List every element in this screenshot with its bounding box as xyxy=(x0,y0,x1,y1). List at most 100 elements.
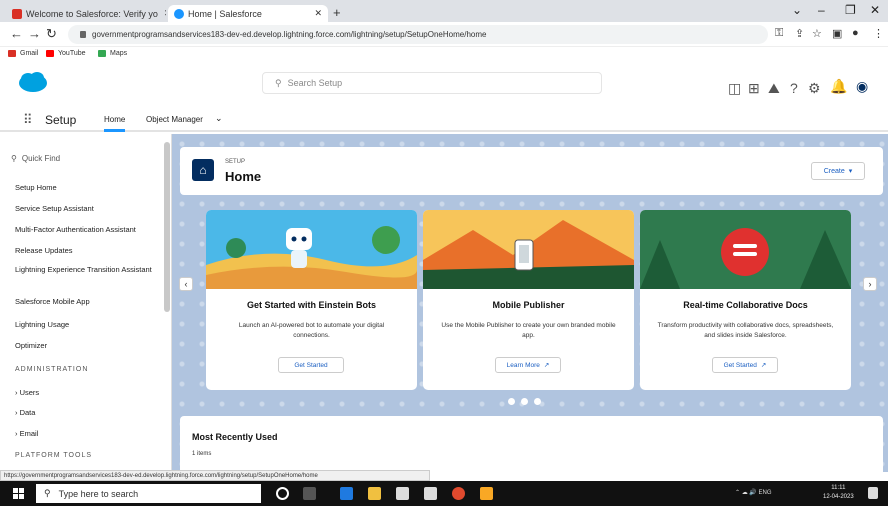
sidebar-item-service-setup-assistant[interactable]: Service Setup Assistant xyxy=(15,204,163,214)
mobile-publisher-illustration xyxy=(423,210,634,289)
forward-arrow-icon[interactable]: → xyxy=(28,26,41,41)
notifications-icon[interactable] xyxy=(868,487,878,499)
page-section-label: SETUP xyxy=(225,159,246,165)
trailhead-icon[interactable]: ⛰ xyxy=(768,80,780,97)
sidebar-item-users[interactable]: › Users xyxy=(15,388,163,398)
sidebar-item-email[interactable]: › Email xyxy=(15,429,163,439)
sidepanel-icon[interactable]: ▣ xyxy=(832,27,842,40)
maximize-icon[interactable]: ❐ xyxy=(845,3,856,17)
carousel-indicators xyxy=(508,398,541,405)
salesforce-global-header: ⚲ Search Setup ◫ ⊞ ⛰ ? ⚙ 🔔 ◉ xyxy=(0,63,888,105)
tab-search-icon[interactable]: ⌄ xyxy=(792,3,802,17)
bookmark-gmail[interactable]: Gmail xyxy=(8,50,38,57)
windows-taskbar: ⚲ Type here to search ⌃ ☁ 🔊 ENG 11:11 12… xyxy=(0,481,888,506)
profile-icon[interactable]: ● xyxy=(852,27,859,39)
get-started-button[interactable]: Get Started xyxy=(278,357,344,373)
setup-nav-bar: ⠿ Setup Home Object Manager ⌄ xyxy=(0,105,888,132)
minimize-icon[interactable]: – xyxy=(818,3,825,17)
youtube-icon xyxy=(46,50,54,57)
carousel-dot[interactable] xyxy=(521,398,528,405)
card-collaborative-docs: Real-time Collaborative Docs Transform p… xyxy=(640,210,851,390)
carousel-prev-button[interactable]: ‹ xyxy=(179,277,193,291)
browser-tab-salesforce[interactable]: Home | Salesforce ✕ xyxy=(168,5,328,22)
einstein-bots-illustration xyxy=(206,210,417,289)
sidebar-item-mfa-assistant[interactable]: Multi-Factor Authentication Assistant xyxy=(15,225,163,235)
clock-time: 11:11 xyxy=(831,485,846,491)
cortana-icon[interactable] xyxy=(276,487,289,500)
gear-icon[interactable]: ⚙ xyxy=(808,80,821,97)
page-header: ⌂ SETUP Home Create ▾ xyxy=(180,147,883,195)
chevron-down-icon: ▾ xyxy=(848,168,853,175)
menu-icon[interactable]: ⋮ xyxy=(873,27,884,40)
system-tray[interactable]: ⌃ ☁ 🔊 ENG xyxy=(735,489,772,496)
sidebar-item-lightning-transition[interactable]: Lightning Experience Transition Assistan… xyxy=(15,265,163,275)
bookmark-label: YouTube xyxy=(58,50,86,57)
windows-start-icon[interactable] xyxy=(13,488,24,499)
global-actions-icon[interactable]: ⊞ xyxy=(748,80,760,97)
create-button[interactable]: Create ▾ xyxy=(811,162,865,180)
card-description: Transform productivity with collaborativ… xyxy=(657,322,834,339)
window-close-icon[interactable]: ✕ xyxy=(870,3,880,17)
back-arrow-icon[interactable]: ← xyxy=(10,26,23,41)
reload-icon[interactable]: ↻ xyxy=(46,26,57,42)
browser-tab-gmail[interactable]: Welcome to Salesforce: Verify yo ✕ xyxy=(6,5,166,22)
bookmarks-bar: Gmail YouTube Maps xyxy=(0,47,888,63)
salesforce-icon xyxy=(174,8,184,19)
task-view-icon[interactable] xyxy=(303,487,316,500)
tab-object-manager[interactable]: Object Manager xyxy=(146,115,203,124)
carousel-dot[interactable] xyxy=(534,398,541,405)
chrome-icon[interactable] xyxy=(452,487,465,500)
bookmark-youtube[interactable]: YouTube xyxy=(46,50,86,57)
quick-find-input[interactable]: ⚲ Quick Find xyxy=(11,150,159,166)
mru-count: 1 items xyxy=(192,451,212,457)
share-icon[interactable]: ⇪ xyxy=(795,27,804,40)
edge-icon[interactable] xyxy=(340,487,353,500)
create-button-label: Create xyxy=(823,167,845,175)
key-icon[interactable]: ⚿ xyxy=(775,27,783,40)
tab-home[interactable]: Home xyxy=(104,115,126,132)
sidebar-item-setup-home[interactable]: Setup Home xyxy=(15,183,163,193)
sidebar-item-optimizer[interactable]: Optimizer xyxy=(15,341,163,351)
taskbar-clock[interactable]: 11:11 12-04-2023 xyxy=(823,484,854,502)
sidebar-item-lightning-usage[interactable]: Lightning Usage xyxy=(15,320,163,330)
favorites-icon[interactable]: ◫ xyxy=(728,80,741,97)
get-started-button[interactable]: Get Started ↗ xyxy=(712,357,778,373)
sidebar-item-label: Data xyxy=(19,408,36,417)
new-tab-button[interactable]: + xyxy=(333,5,341,20)
carousel-next-button[interactable]: › xyxy=(863,277,877,291)
bookmark-label: Gmail xyxy=(20,50,39,57)
salesforce-logo[interactable] xyxy=(18,71,48,93)
setup-search-input[interactable]: ⚲ Search Setup xyxy=(262,72,602,94)
search-icon: ⚲ xyxy=(11,153,17,163)
chevron-down-icon[interactable]: ⌄ xyxy=(215,113,223,124)
mail-icon[interactable] xyxy=(424,487,437,500)
tab-title: Welcome to Salesforce: Verify yo xyxy=(26,8,158,19)
app-name: Setup xyxy=(45,113,77,127)
bookmark-maps[interactable]: Maps xyxy=(98,50,127,57)
external-link-icon: ↗ xyxy=(760,362,767,369)
sidebar-item-label: Users xyxy=(19,388,40,397)
gmail-icon xyxy=(8,50,16,57)
close-icon[interactable]: ✕ xyxy=(308,8,322,19)
url-text: governmentprogramsandservices183-dev-ed.… xyxy=(92,30,487,39)
address-bar[interactable]: governmentprogramsandservices183-dev-ed.… xyxy=(68,25,768,44)
star-icon[interactable]: ☆ xyxy=(812,27,822,40)
help-icon[interactable]: ? xyxy=(790,80,798,96)
learn-more-button[interactable]: Learn More ↗ xyxy=(495,357,561,373)
most-recently-used-panel: Most Recently Used 1 items xyxy=(180,416,883,472)
learn-more-label: Learn More xyxy=(506,361,540,369)
notifications-bell-icon[interactable]: 🔔 xyxy=(830,78,847,95)
taskbar-search-input[interactable]: ⚲ Type here to search xyxy=(36,484,261,503)
sidebar-scrollbar[interactable] xyxy=(164,142,170,312)
app-launcher-icon[interactable]: ⠿ xyxy=(23,112,33,128)
sidebar-item-release-updates[interactable]: Release Updates xyxy=(15,246,163,256)
close-icon[interactable]: ✕ xyxy=(158,8,166,19)
sidebar-item-mobile-app[interactable]: Salesforce Mobile App xyxy=(15,297,163,307)
sidebar-item-data[interactable]: › Data xyxy=(15,408,163,418)
store-icon[interactable] xyxy=(396,487,409,500)
app-icon[interactable] xyxy=(480,487,493,500)
file-explorer-icon[interactable] xyxy=(368,487,381,500)
browser-tab-strip: Welcome to Salesforce: Verify yo ✕ Home … xyxy=(0,0,888,22)
carousel-dot[interactable] xyxy=(508,398,515,405)
avatar[interactable]: ◉ xyxy=(856,78,868,95)
